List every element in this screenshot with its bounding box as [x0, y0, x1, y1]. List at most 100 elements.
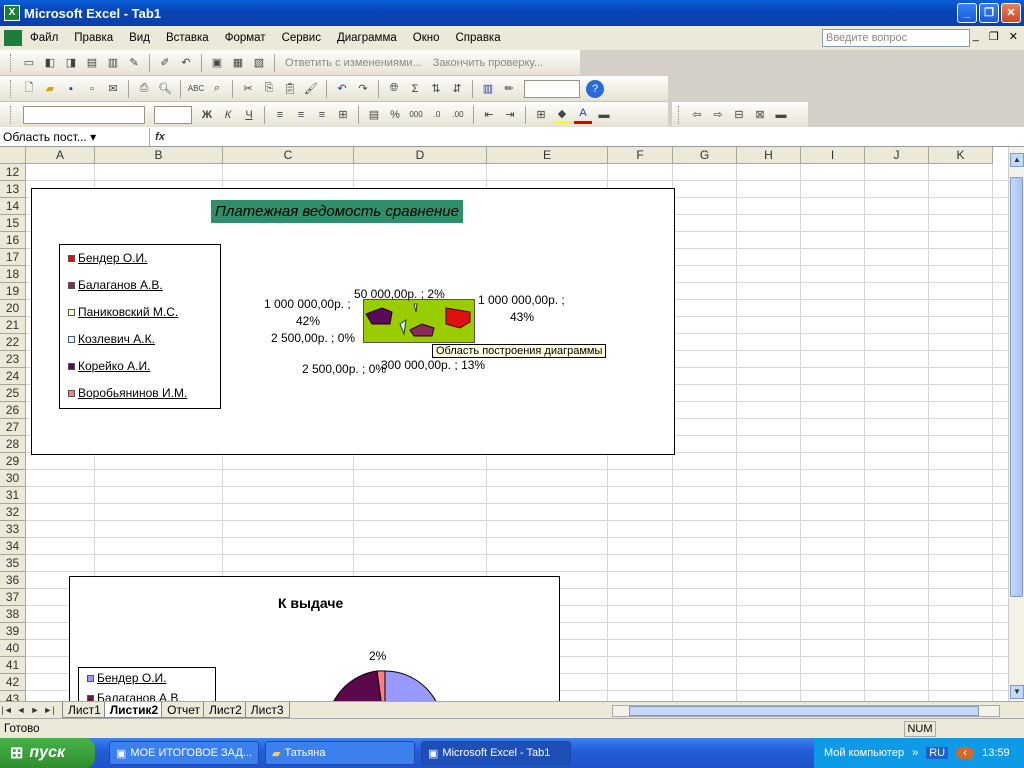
- chart-title[interactable]: К выдаче: [278, 595, 343, 611]
- insert-icon[interactable]: ⊟: [730, 106, 748, 124]
- research-icon[interactable]: ⌕: [208, 80, 226, 98]
- column-header[interactable]: H: [737, 147, 801, 164]
- copy-icon[interactable]: ⎘: [260, 80, 278, 98]
- align-right-icon[interactable]: ≡: [313, 106, 331, 124]
- pie-slice-panikovsky[interactable]: [413, 303, 418, 313]
- italic-icon[interactable]: К: [219, 106, 237, 124]
- column-header[interactable]: D: [354, 147, 487, 164]
- formula-input[interactable]: [170, 128, 1024, 146]
- row-header[interactable]: 41: [0, 657, 26, 674]
- menu-edit[interactable]: Правка: [66, 32, 121, 44]
- pie-slice-koreiko[interactable]: [365, 307, 393, 325]
- column-header[interactable]: B: [95, 147, 223, 164]
- taskbar-item-folder[interactable]: ▰ Татьяна: [265, 741, 415, 765]
- data-label[interactable]: 42%: [296, 314, 320, 328]
- email-icon[interactable]: ✉: [104, 80, 122, 98]
- row-header[interactable]: 33: [0, 521, 26, 538]
- row-header[interactable]: 22: [0, 334, 26, 351]
- row-header[interactable]: 20: [0, 300, 26, 317]
- last-sheet-icon[interactable]: ►|: [42, 705, 56, 715]
- comma-icon[interactable]: 000: [407, 106, 425, 124]
- row-header[interactable]: 19: [0, 283, 26, 300]
- data-label[interactable]: 300 000,00р. ; 13%: [381, 358, 485, 372]
- taskbar-item-word[interactable]: ▣ МОЕ ИТОГОВОЕ ЗАД...: [109, 741, 259, 765]
- menu-view[interactable]: Вид: [121, 32, 158, 44]
- percent-icon[interactable]: %: [386, 106, 404, 124]
- data-label[interactable]: 1 000 000,00р. ;: [264, 297, 351, 311]
- row-header[interactable]: 39: [0, 623, 26, 640]
- row-header[interactable]: 21: [0, 317, 26, 334]
- name-box[interactable]: Область пост... ▾: [0, 127, 150, 146]
- restore-button[interactable]: ❐: [979, 3, 999, 23]
- row-header[interactable]: 34: [0, 538, 26, 555]
- prev-sheet-icon[interactable]: ◄: [14, 705, 28, 715]
- track-changes-icon[interactable]: ✐: [156, 54, 174, 72]
- next-sheet-icon[interactable]: ►: [28, 705, 42, 715]
- row-header[interactable]: 40: [0, 640, 26, 657]
- chart-title[interactable]: Платежная ведомость сравнение: [211, 200, 463, 223]
- column-header[interactable]: K: [929, 147, 993, 164]
- merge-center-icon[interactable]: ⊞: [334, 106, 352, 124]
- to-pay-chart[interactable]: К выдаче Бендер О.И. Балаганов А.В. 2%: [69, 576, 560, 706]
- increase-indent-icon[interactable]: ⇥: [501, 106, 519, 124]
- permission-icon[interactable]: ▫: [83, 80, 101, 98]
- help-icon[interactable]: ?: [586, 79, 604, 98]
- expand-icon[interactable]: »: [912, 747, 918, 759]
- row-header[interactable]: 13: [0, 181, 26, 198]
- chart-wizard-icon[interactable]: ▥: [479, 80, 497, 98]
- sheet-tab[interactable]: Лист2: [203, 702, 248, 718]
- paste-icon[interactable]: 📋︎: [281, 80, 299, 98]
- data-label[interactable]: 2 500,00р. ; 0%: [271, 331, 355, 345]
- menu-window[interactable]: Окно: [405, 32, 448, 44]
- row-header[interactable]: 16: [0, 232, 26, 249]
- column-header[interactable]: G: [673, 147, 737, 164]
- menu-tools[interactable]: Сервис: [274, 32, 329, 44]
- fx-icon[interactable]: fx: [150, 131, 170, 143]
- row-header[interactable]: 15: [0, 215, 26, 232]
- hyperlink-icon[interactable]: 🌐︎: [385, 80, 403, 98]
- row-header[interactable]: 38: [0, 606, 26, 623]
- border-style-icon[interactable]: ▬: [595, 106, 613, 124]
- new-icon[interactable]: 🗋: [20, 80, 38, 98]
- font-color-icon[interactable]: A: [574, 106, 592, 124]
- taskbar-item-excel[interactable]: ▣ Microsoft Excel - Tab1: [421, 741, 571, 765]
- column-header[interactable]: I: [801, 147, 865, 164]
- reply-with-changes-button[interactable]: Ответить с изменениями...: [285, 57, 422, 69]
- row-header[interactable]: 35: [0, 555, 26, 572]
- row-header[interactable]: 27: [0, 419, 26, 436]
- data-label[interactable]: 2%: [369, 649, 386, 663]
- horizontal-scrollbar[interactable]: [612, 705, 1000, 717]
- share-icon[interactable]: ▦: [229, 54, 247, 72]
- row-header[interactable]: 14: [0, 198, 26, 215]
- fill-color-icon[interactable]: ◆: [553, 106, 571, 124]
- decrease-decimal-icon[interactable]: .00: [449, 106, 467, 124]
- cut-icon[interactable]: ✂: [239, 80, 257, 98]
- save-icon[interactable]: ▪: [62, 80, 80, 98]
- row-header[interactable]: 18: [0, 266, 26, 283]
- column-header[interactable]: C: [223, 147, 354, 164]
- row-header[interactable]: 43: [0, 691, 26, 701]
- row-header[interactable]: 23: [0, 351, 26, 368]
- data-label[interactable]: 50 000,00р. ; 2%: [354, 287, 445, 301]
- pie-slice-kozlevich[interactable]: [399, 318, 407, 336]
- font-size-dropdown[interactable]: [154, 105, 192, 124]
- pie-slice-balaganov[interactable]: [409, 323, 435, 337]
- chart-legend[interactable]: Бендер О.И. Балаганов А.В. Паниковский М…: [59, 244, 221, 409]
- close-button[interactable]: ✕: [1001, 3, 1021, 23]
- autosum-icon[interactable]: Σ: [406, 80, 424, 98]
- hscroll-thumb[interactable]: [629, 706, 979, 716]
- row-header[interactable]: 36: [0, 572, 26, 589]
- row-header[interactable]: 29: [0, 453, 26, 470]
- column-header[interactable]: A: [26, 147, 95, 164]
- print-icon[interactable]: ⎙: [135, 80, 153, 98]
- column-header[interactable]: F: [608, 147, 673, 164]
- row-header[interactable]: 28: [0, 436, 26, 453]
- data-label[interactable]: 1 000 000,00р. ;: [478, 293, 565, 307]
- show-comment-icon[interactable]: ▤: [83, 54, 101, 72]
- menu-file[interactable]: Файл: [22, 32, 66, 44]
- menu-chart[interactable]: Диаграмма: [329, 32, 405, 44]
- vertical-scrollbar[interactable]: ▲ ▼: [1008, 147, 1024, 701]
- protect-icon[interactable]: ▣: [208, 54, 226, 72]
- underline-icon[interactable]: Ч: [240, 106, 258, 124]
- my-computer-toolbar[interactable]: Мой компьютер: [824, 747, 904, 759]
